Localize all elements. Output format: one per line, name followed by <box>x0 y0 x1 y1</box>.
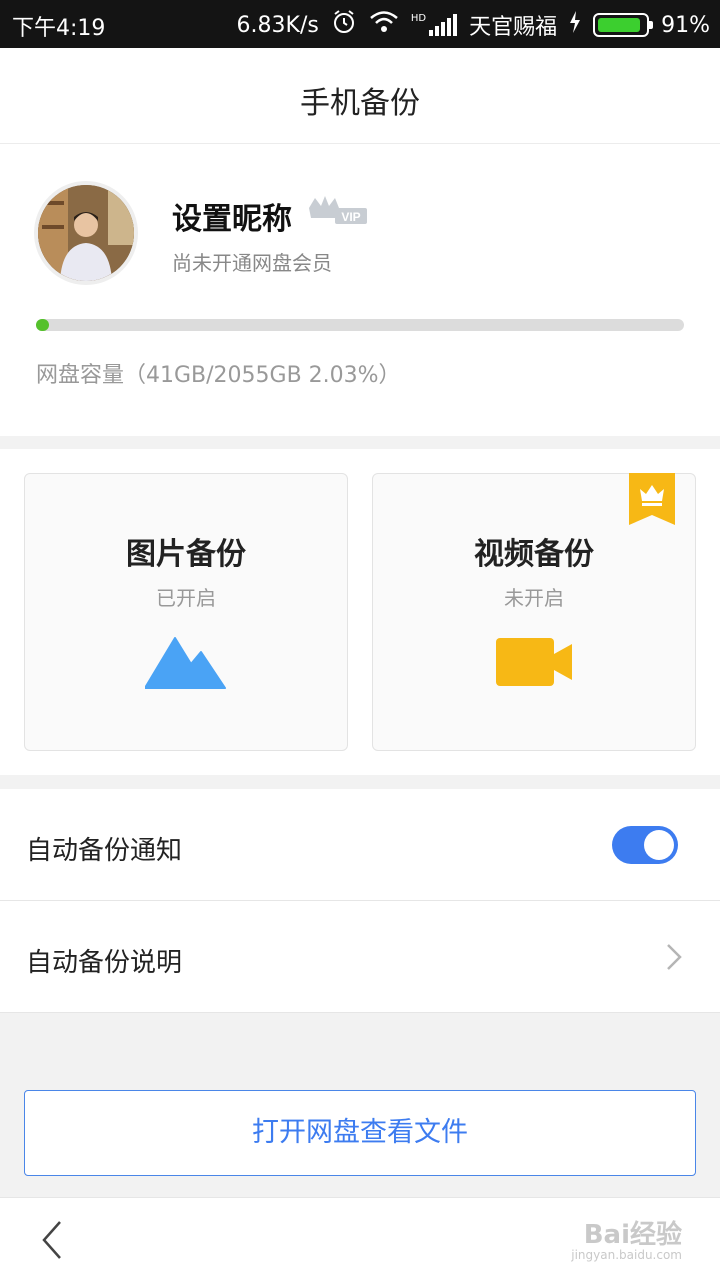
vip-badge-label: VIP <box>341 210 360 224</box>
vip-badge-icon: VIP <box>307 194 369 230</box>
battery-percent: 91% <box>661 12 710 38</box>
battery-level <box>598 18 640 32</box>
video-backup-title: 视频备份 <box>474 537 594 572</box>
alarm-icon <box>331 9 357 41</box>
photo-backup-status: 已开启 <box>156 586 216 610</box>
watermark-logo: Bai经验 <box>583 1220 682 1250</box>
chevron-right-icon <box>666 943 682 975</box>
mountain-icon <box>25 636 347 690</box>
profile-section: 设置昵称 VIP 尚未开通网盘会员 网盘容量（41GB/2055GB 2.03%… <box>0 144 720 436</box>
charging-icon <box>569 11 581 39</box>
status-time: 下午4:19 <box>12 16 106 41</box>
storage-progress-fill <box>36 319 50 331</box>
net-speed: 6.83K/s <box>236 12 319 38</box>
status-bar: 下午4:19 6.83K/s HD 天官赐福 91% <box>0 0 720 48</box>
toggle-knob <box>644 830 674 860</box>
photo-backup-card[interactable]: 图片备份 已开启 <box>24 473 348 751</box>
watermark-url: jingyan.baidu.com <box>571 1248 682 1262</box>
app-header: 手机备份 <box>0 48 720 144</box>
auto-backup-info-label: 自动备份说明 <box>26 948 183 978</box>
backup-cards: 图片备份 已开启 视频备份 未开启 <box>0 449 720 775</box>
auto-backup-info-row[interactable]: 自动备份说明 <box>0 901 720 1013</box>
auto-backup-notify-label: 自动备份通知 <box>26 836 183 866</box>
signal-bars-icon <box>429 14 458 36</box>
storage-progress-bar <box>36 319 684 331</box>
settings-list: 自动备份通知 自动备份说明 <box>0 789 720 1013</box>
status-right: 6.83K/s HD 天官赐福 91% <box>237 9 710 41</box>
open-netdisk-button[interactable]: 打开网盘查看文件 <box>24 1090 696 1176</box>
battery-icon <box>593 13 654 37</box>
auto-backup-notify-row[interactable]: 自动备份通知 <box>0 789 720 901</box>
video-backup-card[interactable]: 视频备份 未开启 <box>372 473 696 751</box>
auto-backup-notify-toggle[interactable] <box>612 826 678 864</box>
page-title: 手机备份 <box>300 86 420 121</box>
hd-label-icon: HD <box>410 13 427 24</box>
back-icon[interactable] <box>40 1220 64 1264</box>
crown-ribbon-icon <box>629 473 675 529</box>
hd-signal-icon: HD <box>410 13 458 36</box>
nickname[interactable]: 设置昵称 <box>172 194 292 238</box>
avatar[interactable] <box>34 181 138 285</box>
carrier-name: 天官赐福 <box>469 15 558 40</box>
bottom-nav-bar: Bai经验 jingyan.baidu.com <box>0 1197 720 1280</box>
photo-backup-title: 图片备份 <box>126 537 246 572</box>
video-backup-status: 未开启 <box>504 586 564 610</box>
storage-capacity: 网盘容量（41GB/2055GB 2.03%） <box>36 363 401 388</box>
wifi-icon <box>369 10 399 40</box>
membership-status: 尚未开通网盘会员 <box>172 251 332 275</box>
video-camera-icon <box>373 636 695 688</box>
